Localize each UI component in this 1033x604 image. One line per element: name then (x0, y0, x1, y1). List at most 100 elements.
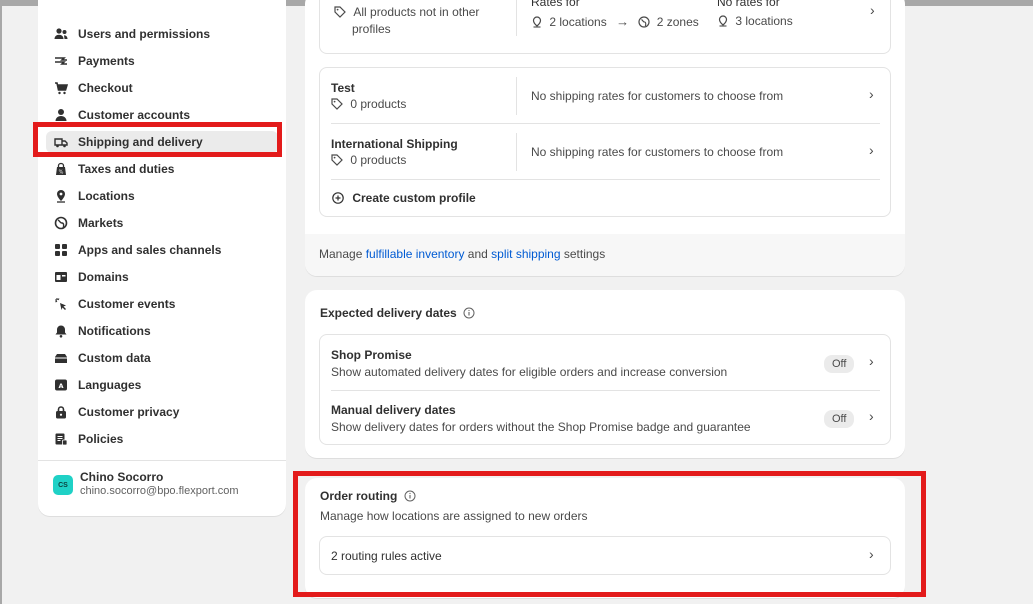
profile-name: International Shipping (331, 137, 458, 151)
plus-circle-icon (332, 192, 344, 204)
chevron-right-icon: › (870, 2, 875, 18)
create-custom-profile-button[interactable]: Create custom profile (320, 180, 890, 216)
sidebar-item-label: Users and permissions (78, 27, 211, 41)
products-count: 0 products (350, 153, 407, 167)
sidebar-item-label: Apps and sales channels (78, 243, 222, 257)
users-icon (54, 27, 68, 41)
sidebar-item-label: Checkout (78, 81, 133, 95)
chevron-right-icon: › (869, 142, 874, 158)
no-rate-locations-count: 3 locations (735, 14, 793, 28)
sidebar-item-custom-data[interactable]: Custom data (38, 346, 286, 370)
user-email: chino.socorro@bpo.flexport.com (80, 485, 239, 497)
avatar: CS (53, 475, 73, 495)
split-shipping-link[interactable]: split shipping (491, 247, 560, 261)
globe-icon (54, 216, 68, 230)
location-pin-icon (532, 16, 542, 28)
sidebar-item-domains[interactable]: Domains (38, 265, 286, 289)
sidebar-item-label: Customer privacy (78, 405, 180, 419)
no-rates-label: No rates for (717, 0, 780, 9)
delivery-dates-card: Expected delivery dates Shop Promise Sho… (305, 290, 905, 458)
sidebar-item-notifications[interactable]: Notifications (38, 319, 286, 343)
and-text: and (467, 247, 488, 261)
manual-delivery-row[interactable]: Manual delivery dates Show delivery date… (320, 391, 890, 445)
custom-profiles-list: Test 0 products No shipping rates for cu… (319, 67, 891, 217)
domain-icon (54, 270, 68, 284)
sidebar-item-customer-privacy[interactable]: Customer privacy (38, 400, 286, 424)
chevron-right-icon: › (869, 353, 874, 369)
sidebar-item-label: Payments (78, 54, 135, 68)
profile-row-test[interactable]: Test 0 products No shipping rates for cu… (320, 68, 890, 123)
delivery-options-list: Shop Promise Show automated delivery dat… (319, 334, 891, 445)
cursor-icon (54, 297, 68, 311)
sidebar-item-apps[interactable]: Apps and sales channels (38, 238, 286, 262)
sidebar-item-label: Customer accounts (78, 108, 191, 122)
highlight-order-routing-annotation (293, 471, 926, 597)
general-products-text: All products not in other (353, 5, 480, 19)
cart-icon (54, 81, 68, 95)
no-rates-locations: 3 locations (717, 14, 793, 28)
sidebar-item-label: Taxes and duties (78, 162, 175, 176)
user-name: Chino Socorro (80, 470, 164, 484)
option-title: Manual delivery dates (331, 403, 456, 417)
shop-promise-row[interactable]: Shop Promise Show automated delivery dat… (320, 335, 890, 390)
profile-products: 0 products (331, 97, 406, 111)
sidebar-item-label: Customer events (78, 297, 176, 311)
svg-text:%: % (59, 170, 64, 176)
account-footer[interactable]: CS Chino Socorro chino.socorro@bpo.flexp… (38, 460, 286, 510)
divider (516, 77, 517, 115)
status-badge: Off (824, 355, 855, 373)
tag-icon (331, 98, 343, 110)
general-profile-row[interactable]: All products not in other profiles Rates… (319, 0, 891, 54)
translate-icon: A (54, 378, 68, 392)
sidebar-item-checkout[interactable]: Checkout (38, 76, 286, 100)
general-products-cont: profiles (352, 22, 391, 36)
manage-prefix: Manage (319, 247, 363, 261)
policies-icon (54, 432, 68, 446)
tax-icon: % (54, 162, 68, 176)
sidebar-item-payments[interactable]: Payments (38, 49, 286, 73)
profile-products: 0 products (331, 153, 406, 167)
sidebar-item-label: Locations (78, 189, 135, 203)
chevron-right-icon: › (869, 86, 874, 102)
rates-for-label: Rates for (531, 0, 580, 9)
option-title: Shop Promise (331, 348, 412, 362)
sidebar-item-taxes[interactable]: % Taxes and duties (38, 157, 286, 181)
sidebar-item-languages[interactable]: A Languages (38, 373, 286, 397)
fulfillable-inventory-link[interactable]: fulfillable inventory (366, 247, 465, 261)
status-badge: Off (824, 410, 855, 428)
sidebar-item-customer-events[interactable]: Customer events (38, 292, 286, 316)
shipping-card: All products not in other profiles Rates… (305, 0, 905, 276)
sidebar-item-users[interactable]: Users and permissions (38, 22, 286, 46)
tag-icon (331, 154, 343, 166)
info-icon (463, 307, 475, 319)
sidebar-item-policies[interactable]: Policies (38, 427, 286, 451)
arrow-right-icon: → (616, 14, 630, 29)
zones-count: 2 zones (656, 15, 699, 29)
bell-icon (54, 324, 68, 338)
database-icon (54, 351, 68, 365)
sidebar-item-markets[interactable]: Markets (38, 211, 286, 235)
manage-settings-text: Manage fulfillable inventory and split s… (319, 247, 605, 261)
profile-row-international[interactable]: International Shipping 0 products No shi… (320, 124, 890, 179)
screenshot-frame: Users and permissions Payments Checkout … (0, 0, 1033, 604)
sidebar-item-locations[interactable]: Locations (38, 184, 286, 208)
payments-icon (54, 54, 68, 68)
lock-icon (54, 405, 68, 419)
profile-status: No shipping rates for customers to choos… (531, 89, 784, 103)
settings-sidebar: Users and permissions Payments Checkout … (38, 0, 286, 516)
sidebar-item-label: Policies (78, 432, 124, 446)
option-description: Show delivery dates for orders without t… (331, 420, 751, 434)
sidebar-item-label: Markets (78, 216, 124, 230)
option-description: Show automated delivery dates for eligib… (331, 365, 728, 379)
divider (516, 0, 517, 36)
settings-page: Users and permissions Payments Checkout … (2, 0, 1033, 604)
sidebar-item-label: Custom data (78, 351, 151, 365)
globe-icon (638, 16, 651, 28)
tag-icon (334, 6, 346, 18)
card-title: Expected delivery dates (320, 306, 475, 320)
products-line: All products not in other (334, 5, 479, 19)
create-profile-label: Create custom profile (352, 191, 476, 205)
highlight-shipping-annotation (33, 122, 282, 157)
sidebar-item-label: Domains (78, 270, 129, 284)
sidebar-item-label: Notifications (78, 324, 151, 338)
